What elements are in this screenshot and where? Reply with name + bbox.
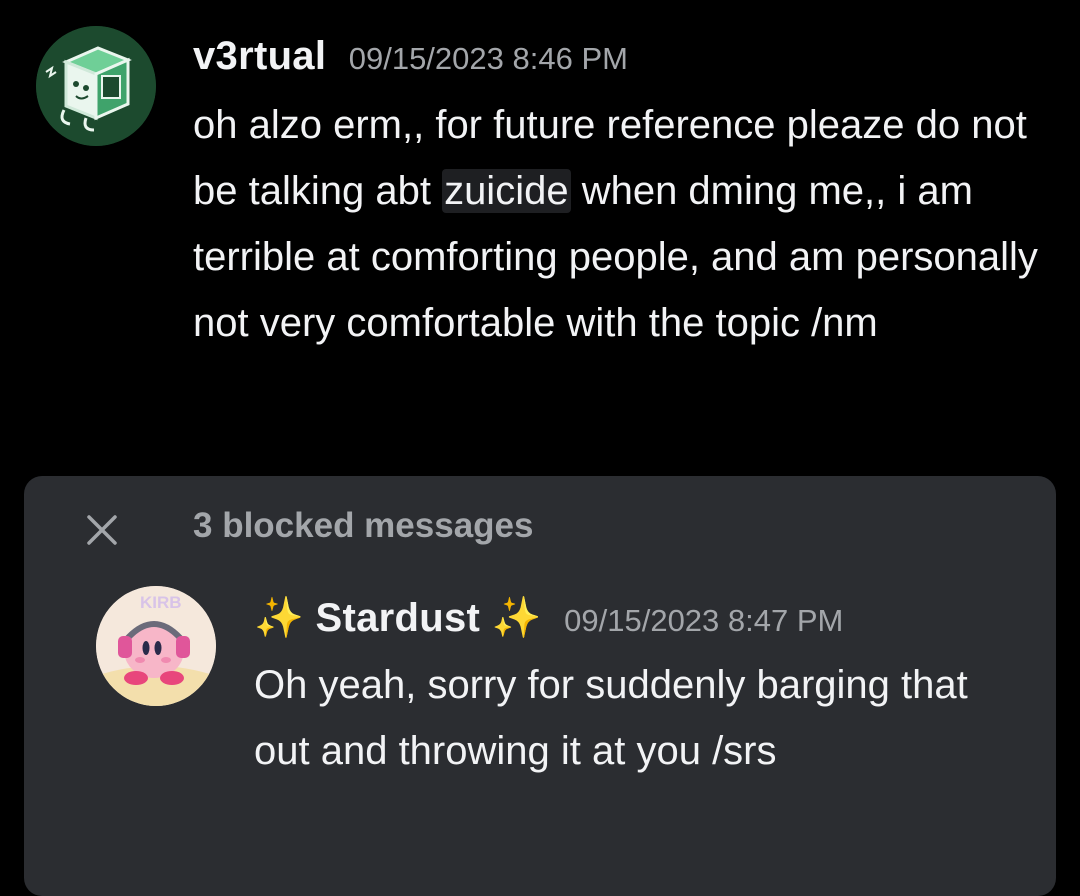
username[interactable]: ✨ Stardust ✨ <box>254 596 542 640</box>
username[interactable]: v3rtual <box>193 34 326 78</box>
blocked-message-header: ✨ Stardust ✨ 09/15/2023 8:47 PM <box>254 594 843 641</box>
message-content: oh alzo erm,, for future reference pleaz… <box>193 92 1063 356</box>
message-header: v3rtual 09/15/2023 8:46 PM <box>193 34 628 79</box>
close-icon <box>87 515 117 545</box>
close-blocked-button[interactable] <box>84 512 120 548</box>
user-avatar-stardust[interactable]: KIRB <box>96 586 216 706</box>
spoiler-text[interactable]: zuicide <box>442 169 571 213</box>
timestamp: 09/15/2023 8:47 PM <box>564 603 844 638</box>
blocked-message-content: Oh yeah, sorry for suddenly barging that… <box>254 663 968 773</box>
timestamp: 09/15/2023 8:46 PM <box>348 41 628 76</box>
user-avatar-v3rtual[interactable] <box>36 26 156 146</box>
kirby-avatar-text: KIRB <box>140 593 182 612</box>
green-cube-mascot-avatar-icon <box>36 26 156 146</box>
blocked-messages-label[interactable]: 3 blocked messages <box>193 506 533 546</box>
kirby-avatar-icon: KIRB <box>96 586 216 706</box>
